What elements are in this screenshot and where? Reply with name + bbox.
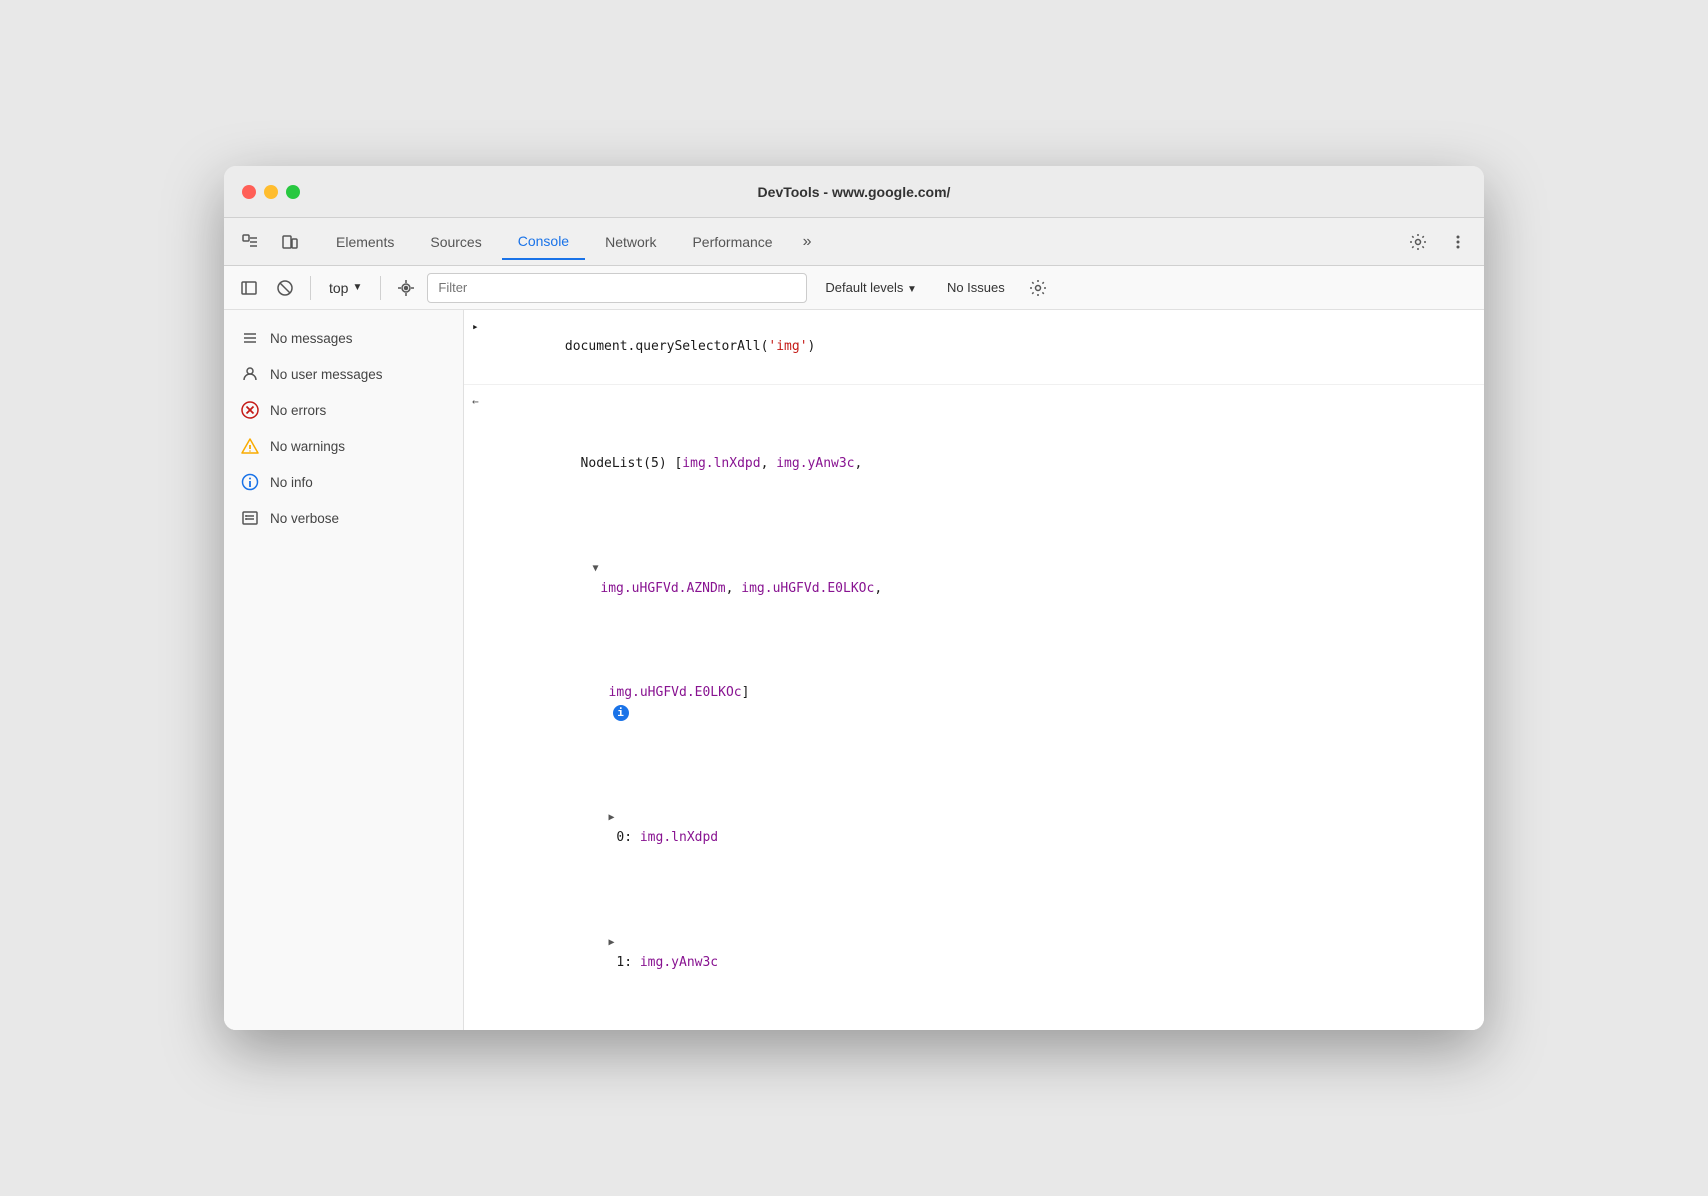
console-entry-1: ▸ document.querySelectorAll('img') <box>464 310 1484 385</box>
sidebar-item-label-user: No user messages <box>270 367 383 382</box>
user-icon <box>240 364 260 384</box>
warning-icon <box>240 436 260 456</box>
sidebar-item-label-all: No messages <box>270 331 353 346</box>
sidebar-item-label-info: No info <box>270 475 313 490</box>
sidebar-item-all[interactable]: No messages <box>224 320 463 356</box>
devtools-window: DevTools - www.google.com/ Elements <box>224 166 1484 1030</box>
verbose-icon <box>240 508 260 528</box>
sidebar-item-label-verbose: No verbose <box>270 511 339 526</box>
console-toolbar: top ▼ Default levels ▼ No Issues <box>224 266 1484 310</box>
device-toolbar-icon[interactable] <box>274 226 306 258</box>
minimize-button[interactable] <box>264 185 278 199</box>
input-arrow-1: ▸ <box>472 318 479 336</box>
tab-performance[interactable]: Performance <box>676 224 788 260</box>
console-code-2: NodeList(5) [img.lnXdpd, img.yAnw3c, ▼ i… <box>487 391 1472 1030</box>
sidebar-item-label-errors: No errors <box>270 403 326 418</box>
log-levels-button[interactable]: Default levels ▼ <box>813 276 929 299</box>
expand-arrow-nodelist[interactable]: ▼ <box>593 563 599 574</box>
close-button[interactable] <box>242 185 256 199</box>
info-badge: i <box>613 705 629 721</box>
sidebar-item-label-warnings: No warnings <box>270 439 345 454</box>
list-icon <box>240 328 260 348</box>
console-sidebar: No messages No user messages <box>224 310 464 1030</box>
output-arrow-2: ← <box>472 393 479 411</box>
tabbar-right-actions <box>1402 226 1474 258</box>
window-title: DevTools - www.google.com/ <box>758 184 951 200</box>
tab-network[interactable]: Network <box>589 224 672 260</box>
info-icon <box>240 472 260 492</box>
dropdown-arrow-icon: ▼ <box>352 282 362 293</box>
sidebar-toggle-icon[interactable] <box>234 273 264 303</box>
sidebar-item-errors[interactable]: No errors <box>224 392 463 428</box>
tab-bar: Elements Sources Console Network Perform… <box>224 218 1484 266</box>
titlebar: DevTools - www.google.com/ <box>224 166 1484 218</box>
tab-console[interactable]: Console <box>502 224 585 260</box>
window-controls <box>242 185 300 199</box>
more-tabs-button[interactable]: » <box>793 227 822 257</box>
console-output[interactable]: ▸ document.querySelectorAll('img') ← Nod… <box>464 310 1484 1030</box>
error-icon <box>240 400 260 420</box>
sidebar-item-warnings[interactable]: No warnings <box>224 428 463 464</box>
devtools-toolbar-icons <box>234 226 306 258</box>
levels-dropdown-icon: ▼ <box>907 284 917 295</box>
maximize-button[interactable] <box>286 185 300 199</box>
issues-counter: No Issues <box>935 276 1017 299</box>
filter-input[interactable] <box>427 273 807 303</box>
live-expressions-icon[interactable] <box>391 273 421 303</box>
expand-arrow-0[interactable]: ▶ <box>609 812 615 823</box>
sidebar-item-info[interactable]: No info <box>224 464 463 500</box>
sidebar-item-user[interactable]: No user messages <box>224 356 463 392</box>
tab-elements[interactable]: Elements <box>320 224 410 260</box>
tab-sources[interactable]: Sources <box>414 224 497 260</box>
customize-menu-icon[interactable] <box>1442 226 1474 258</box>
clear-console-icon[interactable] <box>270 273 300 303</box>
toolbar-divider-1 <box>310 276 311 300</box>
console-code-1: document.querySelectorAll('img') <box>487 316 1472 378</box>
sidebar-item-verbose[interactable]: No verbose <box>224 500 463 536</box>
expand-arrow-1[interactable]: ▶ <box>609 937 615 948</box>
main-area: No messages No user messages <box>224 310 1484 1030</box>
console-settings-icon[interactable] <box>1023 273 1053 303</box>
context-selector[interactable]: top ▼ <box>321 276 370 300</box>
console-entry-2: ← NodeList(5) [img.lnXdpd, img.yAnw3c, ▼… <box>464 385 1484 1030</box>
select-element-icon[interactable] <box>234 226 266 258</box>
settings-icon[interactable] <box>1402 226 1434 258</box>
toolbar-divider-2 <box>380 276 381 300</box>
